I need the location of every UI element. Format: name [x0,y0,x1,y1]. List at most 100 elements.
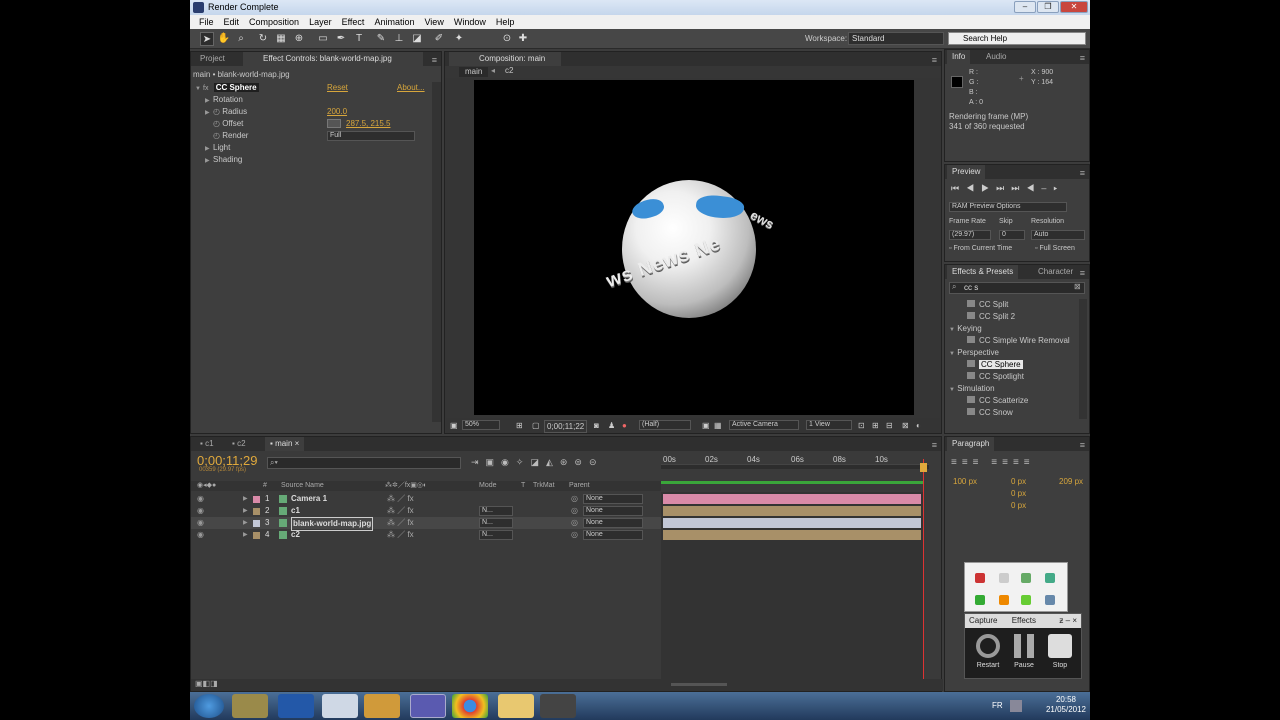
pan-behind-tool-icon[interactable]: ⊕ [292,32,306,46]
prop-rotation[interactable]: ▶ Rotation [191,94,441,106]
layer-row[interactable]: ◉ ▶ 3 blank-world-map.jpg ⁂ ／ fx N... ◎ None [191,517,661,531]
menu-layer[interactable]: Layer [304,15,337,29]
tray-app-icon[interactable] [1045,595,1055,605]
panel-menu-icon[interactable]: ≡ [932,438,937,452]
transport-controls[interactable]: ⏮◀▶⏭⏭◀–▸ [951,183,1064,194]
toggle-panes-icons[interactable]: ▣◧◨ [195,679,218,688]
capture-tab[interactable]: Capture [969,616,997,625]
comp-nav-c2[interactable]: c2 [505,66,513,75]
tab-composition[interactable]: Composition: main [449,52,561,66]
effect-group[interactable]: ▼ Keying [949,323,982,335]
tab-character[interactable]: Character [1033,265,1078,279]
menu-animation[interactable]: Animation [369,15,419,29]
close-button[interactable]: ✕ [1060,1,1088,13]
prop-offset[interactable]: ◴ Offset 287.5, 215.5 [191,118,441,130]
from-current-time-checkbox[interactable]: ▫ From Current Time [949,245,1012,252]
menu-view[interactable]: View [419,15,448,29]
eraser-tool-icon[interactable]: ◪ [410,32,424,46]
camera-select[interactable]: Active Camera [729,420,799,430]
prop-radius[interactable]: ▶ ◴ Radius 200.0 [191,106,441,118]
exposure-icon[interactable]: ◐ [916,418,921,433]
clock[interactable]: 20:58 21/05/2012 [1046,695,1086,715]
timeline-timecode[interactable]: 0;00;11;29 [197,453,257,468]
brush-tool-icon[interactable]: ✎ [374,32,388,46]
clone-tool-icon[interactable]: ⊥ [392,32,406,46]
effects-search-input[interactable]: cc s [949,282,1085,294]
tab-info[interactable]: Info [947,50,971,64]
layer-row[interactable]: ◉ ▶ 1 Camera 1 ⁂ ／ fx ◎ None [191,493,661,505]
menu-edit[interactable]: Edit [219,15,245,29]
tab-project[interactable]: Project [195,52,230,66]
resolution-select[interactable]: (Half) [639,420,691,430]
time-ruler[interactable]: 00s 02s 04s 06s 08s 10s [661,455,929,469]
local-axis-icon[interactable]: ✚ [516,32,530,46]
network-icon[interactable] [1010,700,1022,712]
axis-mode-icon[interactable]: ⊙ [500,32,514,46]
panel-menu-icon[interactable]: ≡ [432,53,437,67]
tab-effects-presets[interactable]: Effects & Presets [947,265,1019,279]
effect-item[interactable]: CC Spotlight [967,371,1024,383]
full-screen-checkbox[interactable]: ▫ Full Screen [1035,245,1075,252]
mask-icon[interactable]: ▢ [532,418,540,433]
playhead[interactable] [923,459,924,679]
flowchart-icon[interactable]: ⊠ [902,418,909,433]
current-time-display[interactable]: 0;00;11;22 [544,420,588,433]
preview-resolution-select[interactable]: Auto [1031,230,1085,240]
toggle-pixel-icon[interactable]: ⊡ [858,418,865,433]
timeline-switch-icons[interactable]: ⇥▣◉✧◪◭⊛⊜⊝ [471,457,604,468]
calendar-icon[interactable] [322,694,358,718]
tab-c1[interactable]: ▪ c1 [195,437,219,451]
effect-item[interactable]: CC Split 2 [967,311,1015,323]
effect-item[interactable]: CC Scatterize [967,395,1028,407]
tray-app-icon[interactable] [1021,573,1031,583]
tray-app-icon[interactable] [1045,573,1055,583]
comp-nav-main[interactable]: main [459,67,489,77]
effects-scrollbar[interactable] [1079,299,1087,419]
effect-item[interactable]: CC Snow [967,407,1013,419]
rectangle-tool-icon[interactable]: ▭ [316,32,330,46]
transparency-grid-icon[interactable]: ▦ [714,418,722,433]
zoom-slider[interactable] [671,683,727,686]
panel-menu-icon[interactable]: ≡ [1080,166,1085,180]
channel-icon[interactable]: ● [622,418,627,433]
layer-duration-bar[interactable] [663,506,921,516]
effect-group[interactable]: ▼ Perspective [949,347,999,359]
explorer-icon[interactable] [498,694,534,718]
volume-icon[interactable] [999,573,1009,583]
zoom-select[interactable]: 50% [462,420,500,430]
timeline-search-input[interactable]: ⌕▾ [267,457,461,469]
roi-icon[interactable]: ▣ [702,418,710,433]
fast-preview-icon[interactable]: ⊞ [872,418,879,433]
frame-rate-select[interactable]: (29.97) [949,230,991,240]
prop-shading[interactable]: ▶ Shading [191,154,441,166]
tab-preview[interactable]: Preview [947,165,986,179]
render-select[interactable]: Full [327,131,415,141]
indent-right-field[interactable]: 209 px [1059,477,1083,486]
zoom-tool-icon[interactable]: ⌕ [234,32,248,46]
snapshot-icon[interactable]: ◙ [594,418,599,433]
layer-duration-bar[interactable] [663,494,921,504]
indent-first-field[interactable]: 0 px [1011,477,1026,486]
menu-effect[interactable]: Effect [337,15,370,29]
selection-tool-icon[interactable]: ➤ [200,32,214,46]
effects-tab[interactable]: Effects [1012,616,1036,625]
menu-window[interactable]: Window [449,15,491,29]
effect-item[interactable]: CC Simple Wire Removal [967,335,1070,347]
panel-menu-icon[interactable]: ≡ [1080,51,1085,65]
skip-select[interactable]: 0 [999,230,1025,240]
tab-main[interactable]: ▪ main × [265,437,305,451]
show-snapshot-icon[interactable]: ♟ [608,418,615,433]
puppet-tool-icon[interactable]: ✦ [452,32,466,46]
maximize-button[interactable]: ❐ [1037,1,1059,13]
effect-item[interactable]: CC Split [967,299,1008,311]
layer-duration-bar[interactable] [663,518,921,528]
photoshop-icon[interactable] [278,694,314,718]
tab-audio[interactable]: Audio [981,50,1011,64]
camera-tool-icon[interactable]: ▦ [274,32,288,46]
language-indicator[interactable]: FR [992,701,1003,710]
media-player-icon[interactable] [364,694,400,718]
widget-window-icons[interactable]: ᵶ – × [1059,614,1077,628]
effect-item[interactable]: CC Sphere [967,359,1023,371]
tab-paragraph[interactable]: Paragraph [947,437,995,451]
effect-scrollbar[interactable] [432,82,441,422]
